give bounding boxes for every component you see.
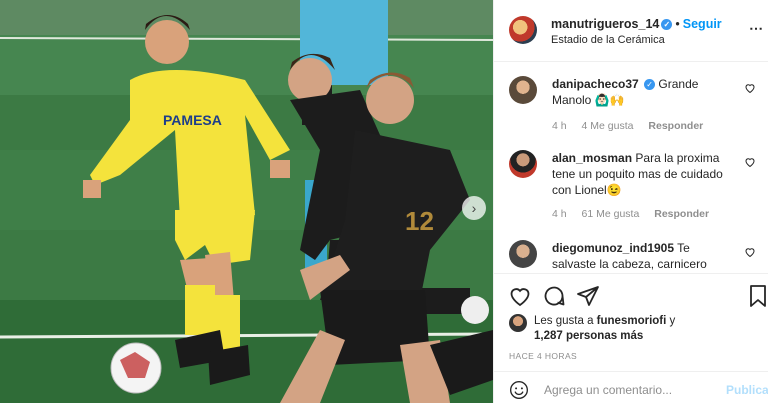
sponsor-text: PAMESA [163, 112, 222, 128]
reply-button[interactable]: Responder [648, 120, 703, 132]
verified-badge-icon: ✓ [661, 19, 673, 30]
comment-time: 4 h [552, 120, 567, 132]
comment-meta: 4 h 4 Me gusta Responder [552, 120, 715, 132]
comment-form: Publicar [494, 371, 768, 403]
avatar[interactable] [509, 150, 537, 178]
post-author: manutrigueros_14 ✓ • Seguir [551, 17, 722, 31]
verified-badge-icon: ✓ [644, 79, 656, 90]
follow-button[interactable]: Seguir [683, 17, 722, 31]
svg-text:12: 12 [405, 206, 434, 236]
comment-username[interactable]: diegomunoz_ind1905 [552, 241, 674, 255]
location-link[interactable]: Estadio de la Cerámica [551, 34, 665, 46]
likes-text: Les gusta a funesmoriofi y 1,287 persona… [534, 314, 734, 344]
next-photo-button[interactable]: › [462, 196, 486, 220]
comment-text: alan_mosman Para la proxima tene un poqu… [552, 150, 737, 198]
post-photo: PAMESA 12 › [0, 0, 493, 403]
avatar[interactable] [509, 240, 537, 268]
comment-icon[interactable] [542, 284, 566, 308]
share-icon[interactable] [576, 284, 600, 308]
like-comment-heart-icon[interactable] [744, 156, 756, 168]
likes-mid: y [669, 315, 676, 327]
publish-button[interactable]: Publicar [726, 383, 768, 397]
comment-likes[interactable]: 4 Me gusta [582, 120, 634, 132]
heart-icon[interactable] [508, 284, 532, 308]
avatar[interactable] [509, 16, 537, 44]
separator-dot: • [675, 17, 680, 31]
liker-username[interactable]: funesmoriofi [597, 315, 667, 327]
football-photo: PAMESA 12 [0, 0, 493, 403]
reply-button[interactable]: Responder [654, 208, 709, 220]
post-actions: Les gusta a funesmoriofi y 1,287 persona… [494, 273, 768, 403]
avatar[interactable] [509, 76, 537, 104]
comments-list[interactable]: danipacheco37 ✓ Grande Manolo 🙆🏻‍♂️🙌 4 h… [494, 63, 768, 273]
like-comment-heart-icon[interactable] [744, 246, 756, 258]
avatar [509, 314, 527, 332]
likes-count[interactable]: 1,287 personas más [534, 330, 643, 342]
comment-input[interactable] [544, 380, 704, 400]
bookmark-icon[interactable] [746, 284, 768, 308]
comment-time: 4 h [552, 208, 567, 220]
comment-username[interactable]: danipacheco37 [552, 77, 639, 91]
chevron-right-icon: › [471, 200, 477, 216]
post-panel: manutrigueros_14 ✓ • Seguir Estadio de la C… [493, 0, 768, 403]
post-header: manutrigueros_14 ✓ • Seguir Estadio de la C… [494, 0, 768, 62]
emoji-icon[interactable] [509, 380, 529, 400]
more-horizontal-icon[interactable]: ⋯ [749, 20, 764, 37]
likes-prefix: Les gusta a [534, 315, 594, 327]
comment-meta: 4 h 61 Me gusta Responder [552, 208, 721, 220]
post-timestamp[interactable]: HACE 4 HORAS [509, 351, 577, 361]
comment-username[interactable]: alan_mosman [552, 151, 632, 165]
like-comment-heart-icon[interactable] [744, 82, 756, 94]
comment-text: diegomunoz_ind1905 Te salvaste la cabeza… [552, 240, 737, 273]
comment-text: danipacheco37 ✓ Grande Manolo 🙆🏻‍♂️🙌 [552, 76, 737, 108]
username-link[interactable]: manutrigueros_14 [551, 17, 659, 31]
comment-likes[interactable]: 61 Me gusta [582, 208, 640, 220]
